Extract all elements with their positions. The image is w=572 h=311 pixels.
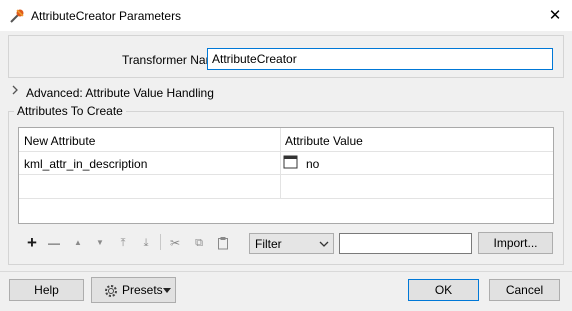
chevron-down-icon xyxy=(319,241,329,247)
text-editor-icon[interactable] xyxy=(283,155,298,169)
remove-row-button[interactable]: — xyxy=(46,235,62,251)
column-divider xyxy=(280,128,281,199)
chevron-right-icon[interactable] xyxy=(10,84,20,96)
filter-text-input[interactable] xyxy=(339,233,472,254)
row-divider xyxy=(19,198,553,199)
move-up-button[interactable]: ▲ xyxy=(72,235,84,251)
attribute-value-cell[interactable]: no xyxy=(306,157,319,171)
cut-button[interactable]: ✂ xyxy=(168,235,182,251)
attributes-group-label: Attributes To Create xyxy=(14,104,126,118)
import-button[interactable]: Import... xyxy=(478,232,553,254)
filter-selected-value: Filter xyxy=(255,237,282,251)
move-down-button[interactable]: ▼ xyxy=(94,235,106,251)
close-button[interactable]: ✕ xyxy=(540,3,570,29)
footer-divider xyxy=(0,271,572,272)
ok-button[interactable]: OK xyxy=(408,279,479,301)
advanced-section-toggle[interactable]: Advanced: Attribute Value Handling xyxy=(26,86,214,100)
attribute-name-cell[interactable]: kml_attr_in_description xyxy=(24,157,147,171)
add-row-button[interactable]: + xyxy=(24,234,40,251)
toolbar-separator xyxy=(160,234,161,250)
copy-button[interactable]: ⧉ xyxy=(192,235,206,251)
help-button[interactable]: Help xyxy=(9,279,84,301)
header-divider xyxy=(19,151,553,152)
column-header-new-attribute[interactable]: New Attribute xyxy=(24,134,95,148)
move-bottom-button[interactable]: ⤓ xyxy=(140,235,152,251)
transformer-name-input[interactable]: AttributeCreator xyxy=(207,48,553,70)
filter-dropdown[interactable]: Filter xyxy=(249,233,334,254)
presets-button[interactable]: Presets xyxy=(91,277,176,303)
presets-label: Presets xyxy=(122,283,163,297)
cancel-button[interactable]: Cancel xyxy=(489,279,560,301)
gear-icon xyxy=(105,285,117,297)
move-top-button[interactable]: ⤒ xyxy=(117,235,129,251)
attribute-creator-icon xyxy=(10,9,24,23)
paste-icon[interactable] xyxy=(217,236,229,250)
attributes-table: New Attribute Attribute Value kml_attr_i… xyxy=(18,127,554,224)
caret-down-icon xyxy=(163,288,171,293)
window-title: AttributeCreator Parameters xyxy=(31,9,182,23)
row-divider xyxy=(19,174,553,175)
column-header-attribute-value[interactable]: Attribute Value xyxy=(285,134,363,148)
